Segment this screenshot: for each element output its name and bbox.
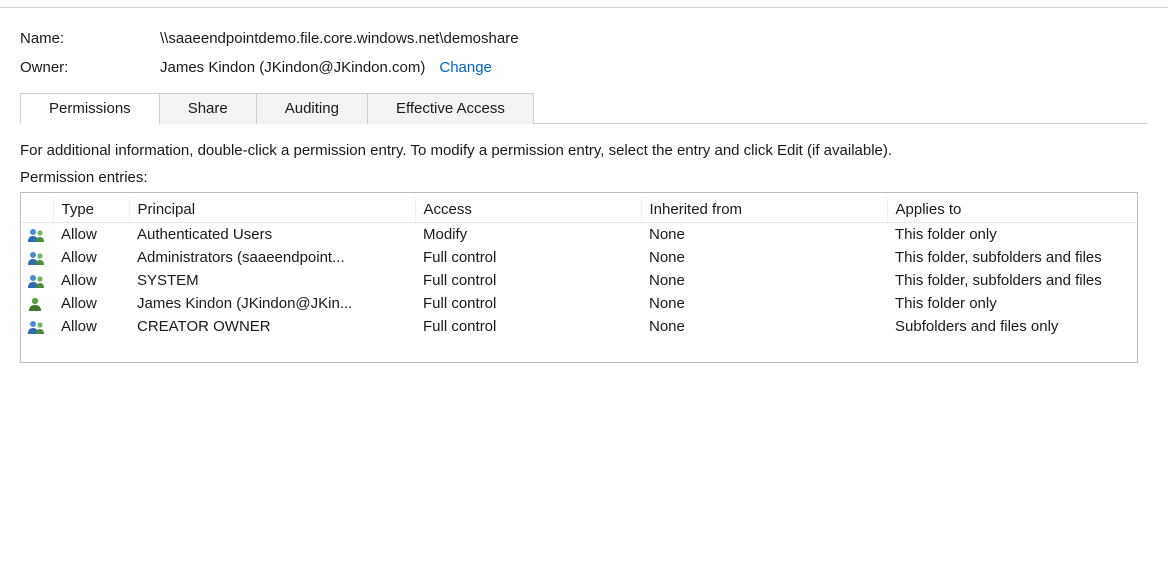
cell-access: Full control [415, 315, 641, 338]
cell-inherited: None [641, 315, 887, 338]
instruction-text: For additional information, double-click… [20, 142, 1148, 159]
cell-applies: This folder, subfolders and files [887, 269, 1137, 292]
cell-type: Allow [53, 292, 129, 315]
name-label: Name: [20, 30, 160, 47]
name-row: Name: \\saaeendpointdemo.file.core.windo… [20, 30, 1148, 47]
table-header-row: Type Principal Access Inherited from App… [21, 197, 1137, 223]
security-dialog: Name: \\saaeendpointdemo.file.core.windo… [0, 8, 1168, 363]
col-access-header[interactable]: Access [415, 197, 641, 223]
cell-type: Allow [53, 315, 129, 338]
cell-access: Full control [415, 269, 641, 292]
cell-access: Full control [415, 246, 641, 269]
cell-type: Allow [53, 223, 129, 247]
cell-inherited: None [641, 246, 887, 269]
tab-permissions[interactable]: Permissions [20, 93, 160, 124]
users-group-icon [21, 223, 53, 247]
tab-auditing[interactable]: Auditing [256, 93, 368, 124]
permission-table-container: Type Principal Access Inherited from App… [20, 192, 1138, 363]
name-value: \\saaeendpointdemo.file.core.windows.net… [160, 30, 519, 47]
table-row[interactable]: AllowSYSTEMFull controlNoneThis folder, … [21, 269, 1137, 292]
cell-access: Modify [415, 223, 641, 247]
table-row[interactable]: AllowCREATOR OWNERFull controlNoneSubfol… [21, 315, 1137, 338]
table-row[interactable]: AllowJames Kindon (JKindon@JKin...Full c… [21, 292, 1137, 315]
cell-principal: Authenticated Users [129, 223, 415, 247]
permission-table: Type Principal Access Inherited from App… [21, 197, 1137, 338]
cell-type: Allow [53, 246, 129, 269]
tab-effective-access[interactable]: Effective Access [367, 93, 534, 124]
col-inherited-header[interactable]: Inherited from [641, 197, 887, 223]
owner-label: Owner: [20, 59, 160, 76]
cell-inherited: None [641, 223, 887, 247]
cell-inherited: None [641, 269, 887, 292]
cell-type: Allow [53, 269, 129, 292]
owner-row: Owner: James Kindon (JKindon@JKindon.com… [20, 59, 1148, 76]
user-icon [21, 292, 53, 315]
cell-principal: SYSTEM [129, 269, 415, 292]
users-group-icon [21, 315, 53, 338]
change-owner-link[interactable]: Change [439, 59, 492, 76]
col-type-header[interactable]: Type [53, 197, 129, 223]
col-icon-header[interactable] [21, 197, 53, 223]
table-row[interactable]: AllowAdministrators (saaeendpoint...Full… [21, 246, 1137, 269]
cell-applies: This folder only [887, 292, 1137, 315]
tabs: Permissions Share Auditing Effective Acc… [20, 92, 1148, 124]
cell-inherited: None [641, 292, 887, 315]
cell-principal: CREATOR OWNER [129, 315, 415, 338]
owner-value: James Kindon (JKindon@JKindon.com) [160, 59, 425, 76]
users-group-icon [21, 246, 53, 269]
cell-access: Full control [415, 292, 641, 315]
tab-share[interactable]: Share [159, 93, 257, 124]
cell-principal: Administrators (saaeendpoint... [129, 246, 415, 269]
users-group-icon [21, 269, 53, 292]
cell-applies: Subfolders and files only [887, 315, 1137, 338]
cell-principal: James Kindon (JKindon@JKin... [129, 292, 415, 315]
col-applies-header[interactable]: Applies to [887, 197, 1137, 223]
entries-heading: Permission entries: [20, 169, 1148, 186]
table-row[interactable]: AllowAuthenticated UsersModifyNoneThis f… [21, 223, 1137, 247]
cell-applies: This folder only [887, 223, 1137, 247]
col-principal-header[interactable]: Principal [129, 197, 415, 223]
cell-applies: This folder, subfolders and files [887, 246, 1137, 269]
